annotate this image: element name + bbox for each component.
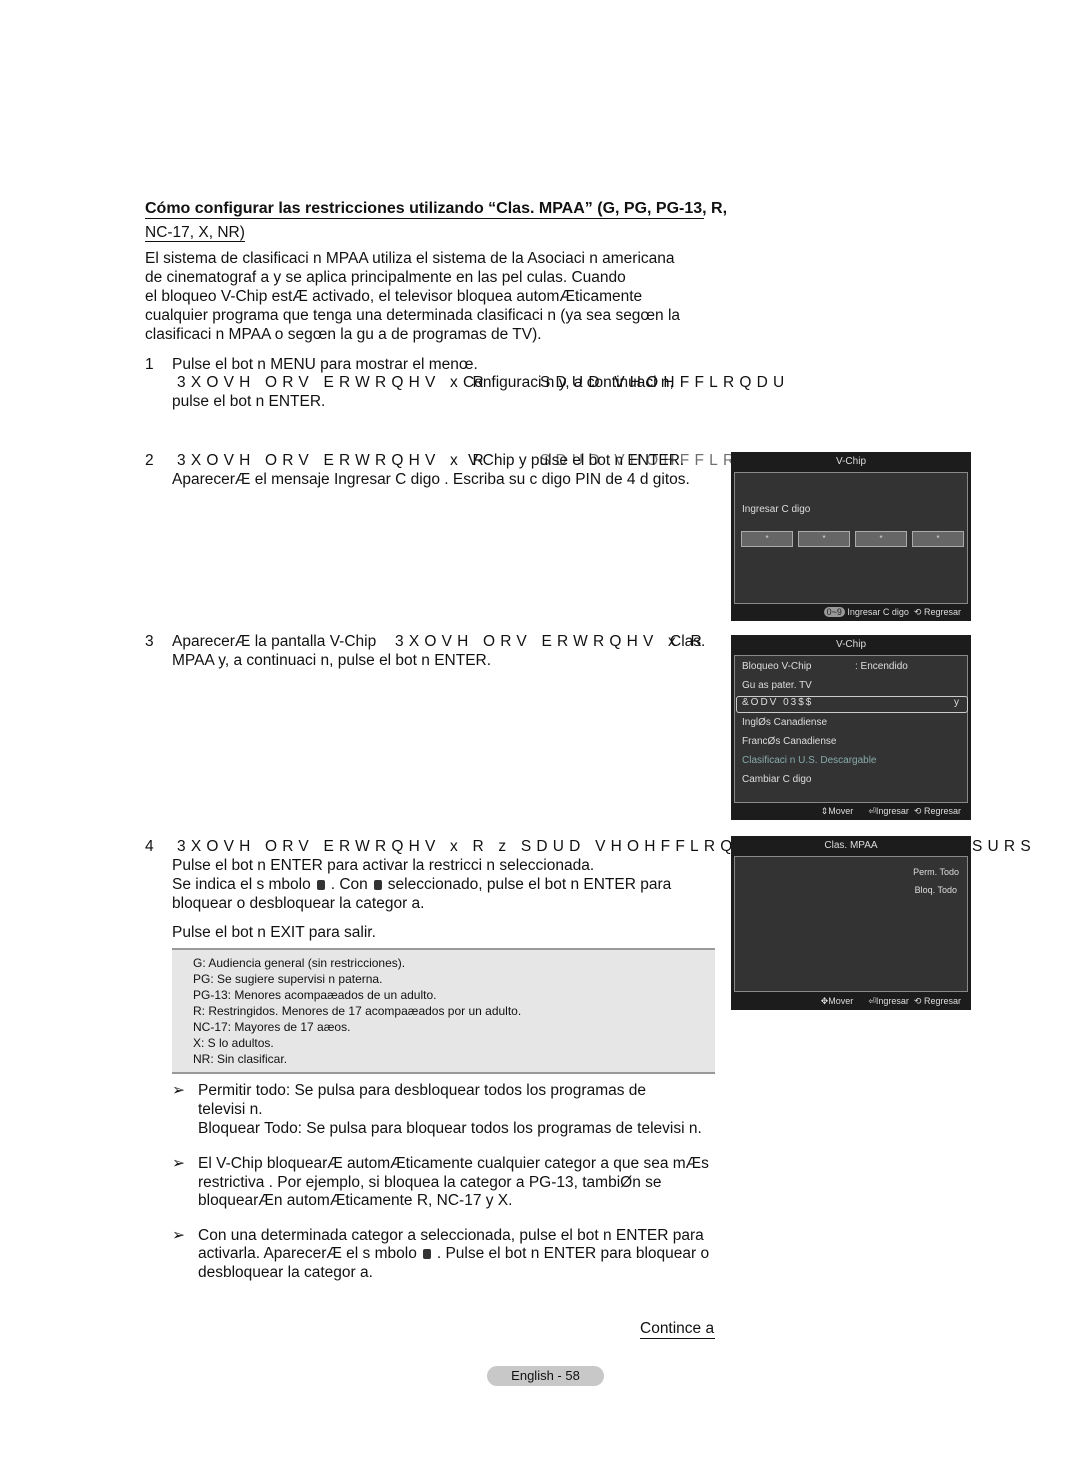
note-text: desbloquear la categor a. [198,1264,373,1281]
pin-digit: * [798,531,850,547]
screen-footer: 0~9 Ingresar C digo ⟲ Regresar [731,603,971,621]
step-number: 3 [145,633,154,650]
vchip-pin-screen: V-Chip Ingresar C digo * * * * 0~9 Ingre… [731,452,971,621]
bloq-todo-option[interactable]: Bloq. Todo [915,885,957,895]
rating-item: NR: Sin clasificar. [193,1052,288,1066]
note-text: restrictiva . Por ejemplo, si bloquea la… [198,1174,662,1191]
rating-item: R: Restringidos. Menores de 17 acompaæad… [193,1004,522,1018]
note-text: Bloquear Todo: Se pulsa para bloquear to… [198,1120,702,1137]
step-text: 3XOVH ORV ERWRQHV x R [395,633,707,650]
screen-footer: ⇕Mover ⏎Ingresar ⟲ Regresar [820,806,961,816]
step-text: Se indica el s mbolo. Con seleccionado, p… [172,876,672,893]
menu-item-descargable[interactable]: Clasificaci n U.S. Descargable [742,755,877,766]
step-number: 1 [145,356,154,373]
step-text: Pulse el bot n MENU para mostrar el menœ… [172,356,478,373]
step-text: 3XOVH ORV ERWRQHV x R [177,452,489,469]
note-arrow-icon: ➢ [172,1155,185,1172]
step-text: MPAA y, a continuaci n, pulse el bot n E… [172,652,492,669]
intro-line: clasificaci n MPAA o segœn la gu a de pr… [145,326,542,343]
menu-item-guias[interactable]: Gu as pater. TV [742,680,812,691]
step-text: Pulse el bot n ENTER para activar la res… [172,857,595,874]
vchip-menu-screen: V-Chip Bloqueo V-Chip: Encendido Gu as p… [731,635,971,820]
lock-icon [422,1249,431,1259]
lock-icon [316,880,325,890]
ratings-box: G: Audiencia general (sin restricciones)… [172,948,715,1074]
note-text: activarla. AparecerÆ el s mbolo. Pulse e… [198,1245,710,1262]
menu-item-frances[interactable]: FrancØs Canadiense [742,736,837,747]
section-heading: Cómo configurar las restricciones utiliz… [145,200,728,219]
rating-item: G: Audiencia general (sin restricciones)… [193,956,406,970]
step-text: Pulse el bot n EXIT para salir. [172,924,376,941]
pin-digit: * [912,531,964,547]
return-icon: ⟲ [913,607,922,617]
note-arrow-icon: ➢ [172,1082,185,1099]
return-icon: ⟲ [913,806,922,816]
step-number: 4 [145,838,154,855]
pin-digit: * [741,531,793,547]
note-text: Con una determinada categor a selecciona… [198,1227,704,1244]
rating-item: PG-13: Menores acompaæados de un adulto. [193,988,437,1002]
pin-digit: * [855,531,907,547]
note-text: bloquearÆn automÆticamente R, NC-17 y X. [198,1192,513,1209]
rating-item: PG: Se sugiere supervisi n paterna. [193,972,383,986]
intro-line: el bloqueo V-Chip estÆ activado, el tele… [145,288,643,305]
step-number: 2 [145,452,154,469]
step-text: AparecerÆ el mensaje Ingresar C digo . E… [172,471,690,488]
intro-line: cualquier programa que tenga una determi… [145,307,681,324]
menu-item-cambiar-codigo[interactable]: Cambiar C digo [742,774,811,785]
rating-item: X: S lo adultos. [193,1036,274,1050]
intro-line: de cinematograf a y se aplica principalm… [145,269,626,286]
step-text: 3XOVH ORV ERWRQHV x R [177,374,489,391]
step-text: pulse el bot n ENTER. [172,393,326,410]
return-icon: ⟲ [913,996,922,1006]
enter-icon: ⏎ [868,806,876,816]
menu-item-bloqueo[interactable]: Bloqueo V-Chip: Encendido [742,661,908,672]
note-arrow-icon: ➢ [172,1227,185,1244]
pin-label: Ingresar C digo [742,504,811,515]
step-text: SDUD VHOHFFLRQDU [540,374,790,391]
clas-mpaa-screen: Clas. MPAA Perm. Todo Bloq. Todo ✥Mover … [731,836,971,1010]
note-text: El V-Chip bloquearÆ automÆticamente cual… [198,1155,709,1172]
perm-todo-option[interactable]: Perm. Todo [913,867,959,877]
menu-item-clas-mpaa-selected[interactable]: &ODV 03$$ y [736,696,968,713]
continue-link: Contince a [640,1320,715,1339]
screen-title: V-Chip [835,639,866,650]
intro-line: El sistema de clasificaci n MPAA utiliza… [145,250,675,267]
menu-item-ingles[interactable]: InglØs Canadiense [742,717,827,728]
step-text: AparecerÆ la pantalla V-Chip [172,633,377,650]
note-text: televisi n. [198,1101,263,1118]
screen-title: V-Chip [835,456,866,467]
lock-icon [373,880,382,890]
step-text: Clas. [670,633,706,650]
rating-item: NC-17: Mayores de 17 aæos. [193,1020,351,1034]
number-keys-icon: 0~9 [823,607,845,617]
enter-icon: ⏎ [868,996,876,1006]
manual-page: Cómo configurar las restricciones utiliz… [0,0,1080,1474]
step-text: 3XOVH ORV ERWRQHV x R z SDUD VHOHFFLRQDU [177,838,771,855]
page-number-badge: English - 58 [487,1366,604,1386]
screen-title: Clas. MPAA [824,840,878,851]
section-heading-cont: NC-17, X, NR) [145,224,245,242]
step-text: bloquear o desbloquear la categor a. [172,895,425,912]
note-text: Permitir todo: Se pulsa para desbloquear… [198,1082,647,1099]
screen-footer: ✥Mover ⏎Ingresar ⟲ Regresar [820,996,961,1006]
step-text: SURS [972,838,1036,855]
